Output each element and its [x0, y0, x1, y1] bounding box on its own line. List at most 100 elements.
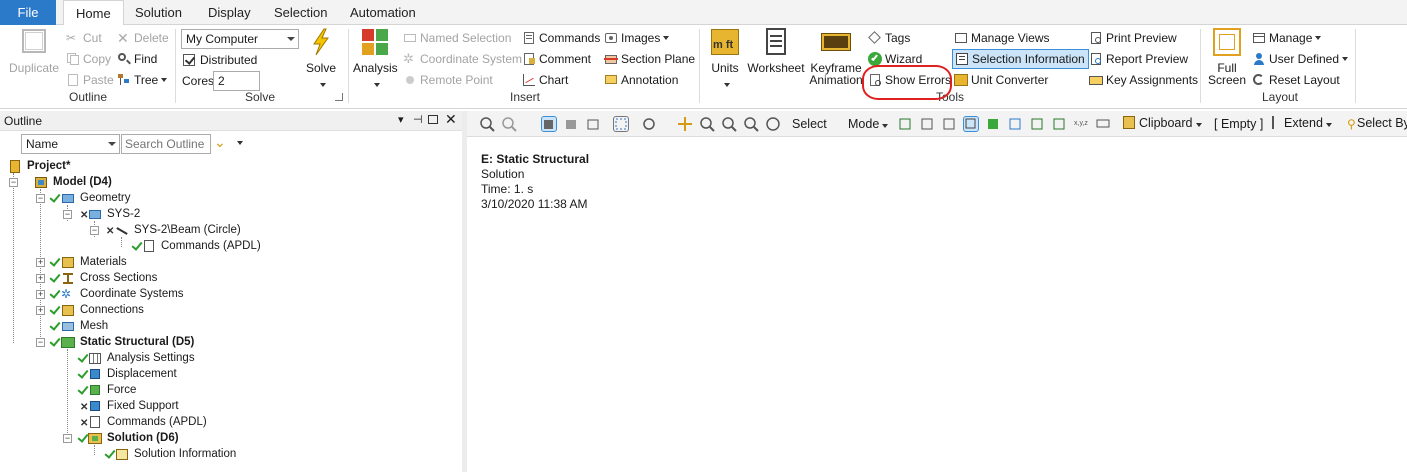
paste-button[interactable]: Paste: [66, 70, 114, 90]
dialog-launcher-icon[interactable]: [335, 93, 343, 101]
solid-view-icon[interactable]: [541, 116, 557, 132]
tree-node-commands[interactable]: Commands (APDL): [142, 238, 261, 254]
magnifier-icon[interactable]: [765, 116, 781, 132]
chevron-down-icon[interactable]: ⌄: [214, 134, 226, 151]
manage-views-button[interactable]: Manage Views: [954, 28, 1050, 48]
tree-node-project[interactable]: Project*: [8, 158, 70, 174]
select-vertex-icon[interactable]: [897, 116, 913, 132]
tree-node-solution-information[interactable]: Solution Information: [115, 446, 236, 462]
tree-node-cross-sections[interactable]: Cross Sections: [61, 270, 157, 286]
computer-select[interactable]: My Computer: [181, 29, 299, 49]
key-assignments-button[interactable]: Key Assignments: [1089, 70, 1198, 90]
tree-button[interactable]: Tree: [117, 70, 168, 90]
print-preview-button[interactable]: Print Preview: [1089, 28, 1177, 48]
tree-node-connections[interactable]: Connections: [61, 302, 144, 318]
full-screen-button[interactable]: Full Screen: [1206, 27, 1248, 86]
tree-node-force[interactable]: Force: [88, 382, 136, 398]
tree-node-solution[interactable]: Solution (D6): [88, 430, 179, 446]
mode-dropdown[interactable]: Mode: [848, 117, 889, 131]
comment-button[interactable]: Comment: [522, 49, 591, 69]
collapse-toggle-icon[interactable]: −: [63, 210, 72, 219]
coordinate-system-button[interactable]: ✲ Coordinate System: [403, 49, 522, 69]
expand-toggle-icon[interactable]: +: [36, 274, 45, 283]
tree-node-coordinate-systems[interactable]: ✲ Coordinate Systems: [61, 286, 184, 302]
expand-toggle-icon[interactable]: +: [36, 290, 45, 299]
section-plane-button[interactable]: Section Plane: [604, 49, 695, 69]
unit-converter-button[interactable]: Unit Converter: [954, 70, 1048, 90]
select-label[interactable]: Select: [792, 117, 827, 131]
pin-icon[interactable]: ⊣: [413, 113, 423, 126]
expand-toggle-icon[interactable]: +: [36, 306, 45, 315]
dropdown-caret-icon[interactable]: [237, 141, 243, 145]
box-view-icon[interactable]: [563, 116, 579, 132]
select-body-icon[interactable]: [963, 116, 979, 132]
tree-node-static-structural[interactable]: Static Structural (D5): [61, 334, 194, 350]
close-icon[interactable]: ✕: [445, 111, 457, 128]
tree-node-model[interactable]: Model (D4): [34, 174, 112, 190]
tags-button[interactable]: Tags: [868, 28, 910, 48]
select-box-icon[interactable]: [613, 116, 629, 132]
tab-home[interactable]: Home: [63, 0, 124, 26]
collapse-toggle-icon[interactable]: −: [9, 178, 18, 187]
selection-information-button[interactable]: Selection Information: [952, 49, 1089, 69]
tree-node-commands-apdl[interactable]: Commands (APDL): [88, 414, 207, 430]
collapse-toggle-icon[interactable]: −: [36, 194, 45, 203]
label-icon[interactable]: [1095, 116, 1111, 132]
select-node-icon[interactable]: [1029, 116, 1045, 132]
cut-button[interactable]: ✂ Cut: [66, 28, 102, 48]
zoom-icon[interactable]: [699, 116, 715, 132]
report-preview-button[interactable]: Report Preview: [1089, 49, 1188, 69]
zoom-in-icon[interactable]: [479, 116, 495, 132]
keyframe-animation-button[interactable]: Keyframe Animation: [808, 27, 864, 86]
duplicate-button[interactable]: Duplicate: [8, 27, 60, 74]
find-button[interactable]: Find: [117, 49, 157, 69]
annotation-button[interactable]: Annotation: [604, 70, 678, 90]
tab-file[interactable]: File: [0, 0, 56, 25]
collapse-toggle-icon[interactable]: −: [36, 338, 45, 347]
zoom-box-icon[interactable]: [721, 116, 737, 132]
cores-input[interactable]: 2: [213, 71, 260, 91]
remote-point-button[interactable]: Remote Point: [403, 70, 493, 90]
pan-icon[interactable]: [677, 116, 693, 132]
outline-filter-select[interactable]: Name: [21, 134, 120, 154]
maximize-icon[interactable]: [428, 115, 438, 124]
commands-button[interactable]: Commands: [522, 28, 600, 48]
zoom-to-fit-icon[interactable]: [743, 116, 759, 132]
collapse-toggle-icon[interactable]: −: [63, 434, 72, 443]
clipboard-dropdown[interactable]: Clipboard: [1123, 116, 1202, 130]
select-element-face-icon[interactable]: [1051, 116, 1067, 132]
select-face-icon[interactable]: [941, 116, 957, 132]
tree-node-sys-2[interactable]: SYS-2: [88, 206, 140, 222]
tree-node-geometry[interactable]: Geometry: [61, 190, 131, 206]
tree-node-fixed-support[interactable]: Fixed Support: [88, 398, 179, 414]
tab-selection[interactable]: Selection: [262, 0, 339, 25]
coordinate-xyz-icon[interactable]: x,y,z: [1073, 116, 1089, 132]
units-button[interactable]: m ft Units: [706, 27, 744, 89]
tab-display[interactable]: Display: [196, 0, 263, 25]
worksheet-button[interactable]: Worksheet: [746, 27, 806, 74]
rotate-icon[interactable]: [641, 116, 657, 132]
chart-button[interactable]: Chart: [522, 70, 568, 90]
user-defined-button[interactable]: User Defined: [1252, 49, 1349, 69]
wireframe-icon[interactable]: [585, 116, 601, 132]
tab-solution[interactable]: Solution: [123, 0, 194, 25]
tree-node-analysis-settings[interactable]: Analysis Settings: [88, 350, 195, 366]
zoom-out-icon[interactable]: [501, 116, 517, 132]
outline-search-input[interactable]: [121, 134, 211, 154]
expand-toggle-icon[interactable]: +: [36, 258, 45, 267]
delete-button[interactable]: ✕ Delete: [117, 28, 169, 48]
tree-node-materials[interactable]: Materials: [61, 254, 127, 270]
select-element-icon[interactable]: [985, 116, 1001, 132]
reset-layout-button[interactable]: Reset Layout: [1252, 70, 1340, 90]
tab-automation[interactable]: Automation: [338, 0, 428, 25]
tree-node-beam[interactable]: SYS-2\Beam (Circle): [115, 222, 241, 238]
named-selection-button[interactable]: Named Selection: [403, 28, 511, 48]
images-button[interactable]: Images: [604, 28, 670, 48]
collapse-toggle-icon[interactable]: −: [90, 226, 99, 235]
chevron-down-icon[interactable]: ▾: [398, 113, 404, 126]
tree-node-mesh[interactable]: Mesh: [61, 318, 108, 334]
manage-layout-button[interactable]: Manage: [1252, 28, 1322, 48]
solve-button[interactable]: Solve: [302, 27, 340, 89]
select-edge-icon[interactable]: [919, 116, 935, 132]
select-by-dropdown[interactable]: ⚲Select By: [1347, 116, 1407, 131]
